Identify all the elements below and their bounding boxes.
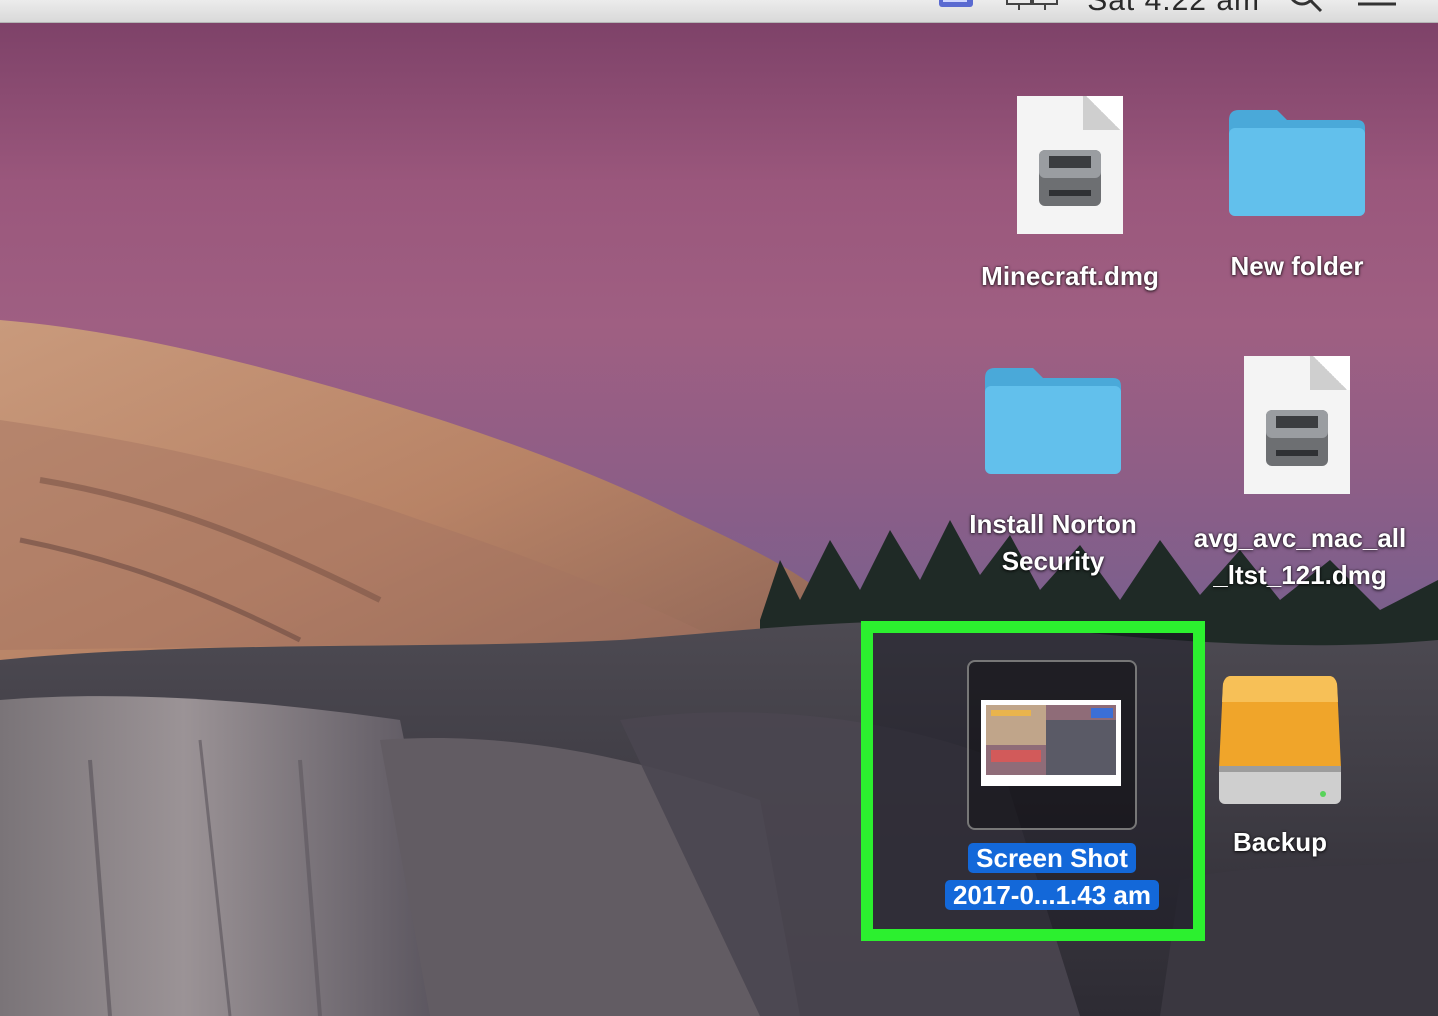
disk-image-file-icon (1017, 96, 1123, 234)
desktop-icon-label: Install Norton Security (969, 509, 1137, 576)
desktop-icon-label: Backup (1233, 827, 1327, 857)
status-tray: Sat 4:22 am (937, 0, 1398, 19)
image-thumbnail-icon (981, 700, 1121, 786)
menu-list-icon[interactable] (1352, 0, 1398, 17)
folder-icon (1229, 110, 1365, 216)
desktop-icon-label: New folder (1230, 251, 1364, 281)
desktop-icon-label-selected: Screen Shot 2017-0...1.43 am (916, 840, 1188, 914)
eject-drive-icon[interactable] (937, 0, 979, 16)
display-icon[interactable] (1005, 0, 1061, 17)
selection-frame (967, 660, 1137, 830)
desktop-icon-new-folder[interactable]: New folder (1182, 106, 1412, 285)
menubar-clock[interactable]: Sat 4:22 am (1087, 0, 1260, 18)
disk-image-file-icon (1244, 356, 1350, 494)
desktop-icon-install-norton[interactable]: Install Norton Security (938, 364, 1168, 580)
desktop-icon-label: avg_avc_mac_all _ltst_121.dmg (1193, 523, 1407, 590)
folder-icon (985, 368, 1121, 474)
desktop-icon-label: Minecraft.dmg (981, 261, 1159, 291)
desktop-icon-minecraft[interactable]: Minecraft.dmg (955, 96, 1185, 295)
desktop-icon-backup[interactable]: Backup (1210, 672, 1350, 861)
search-icon[interactable] (1286, 0, 1326, 19)
desktop-icon-screenshot[interactable]: Screen Shot 2017-0...1.43 am (916, 660, 1188, 914)
desktop-icon-avg-dmg[interactable]: avg_avc_mac_all _ltst_121.dmg (1180, 356, 1420, 594)
external-drive-icon (1219, 676, 1341, 804)
menu-bar: Sat 4:22 am (0, 0, 1438, 23)
